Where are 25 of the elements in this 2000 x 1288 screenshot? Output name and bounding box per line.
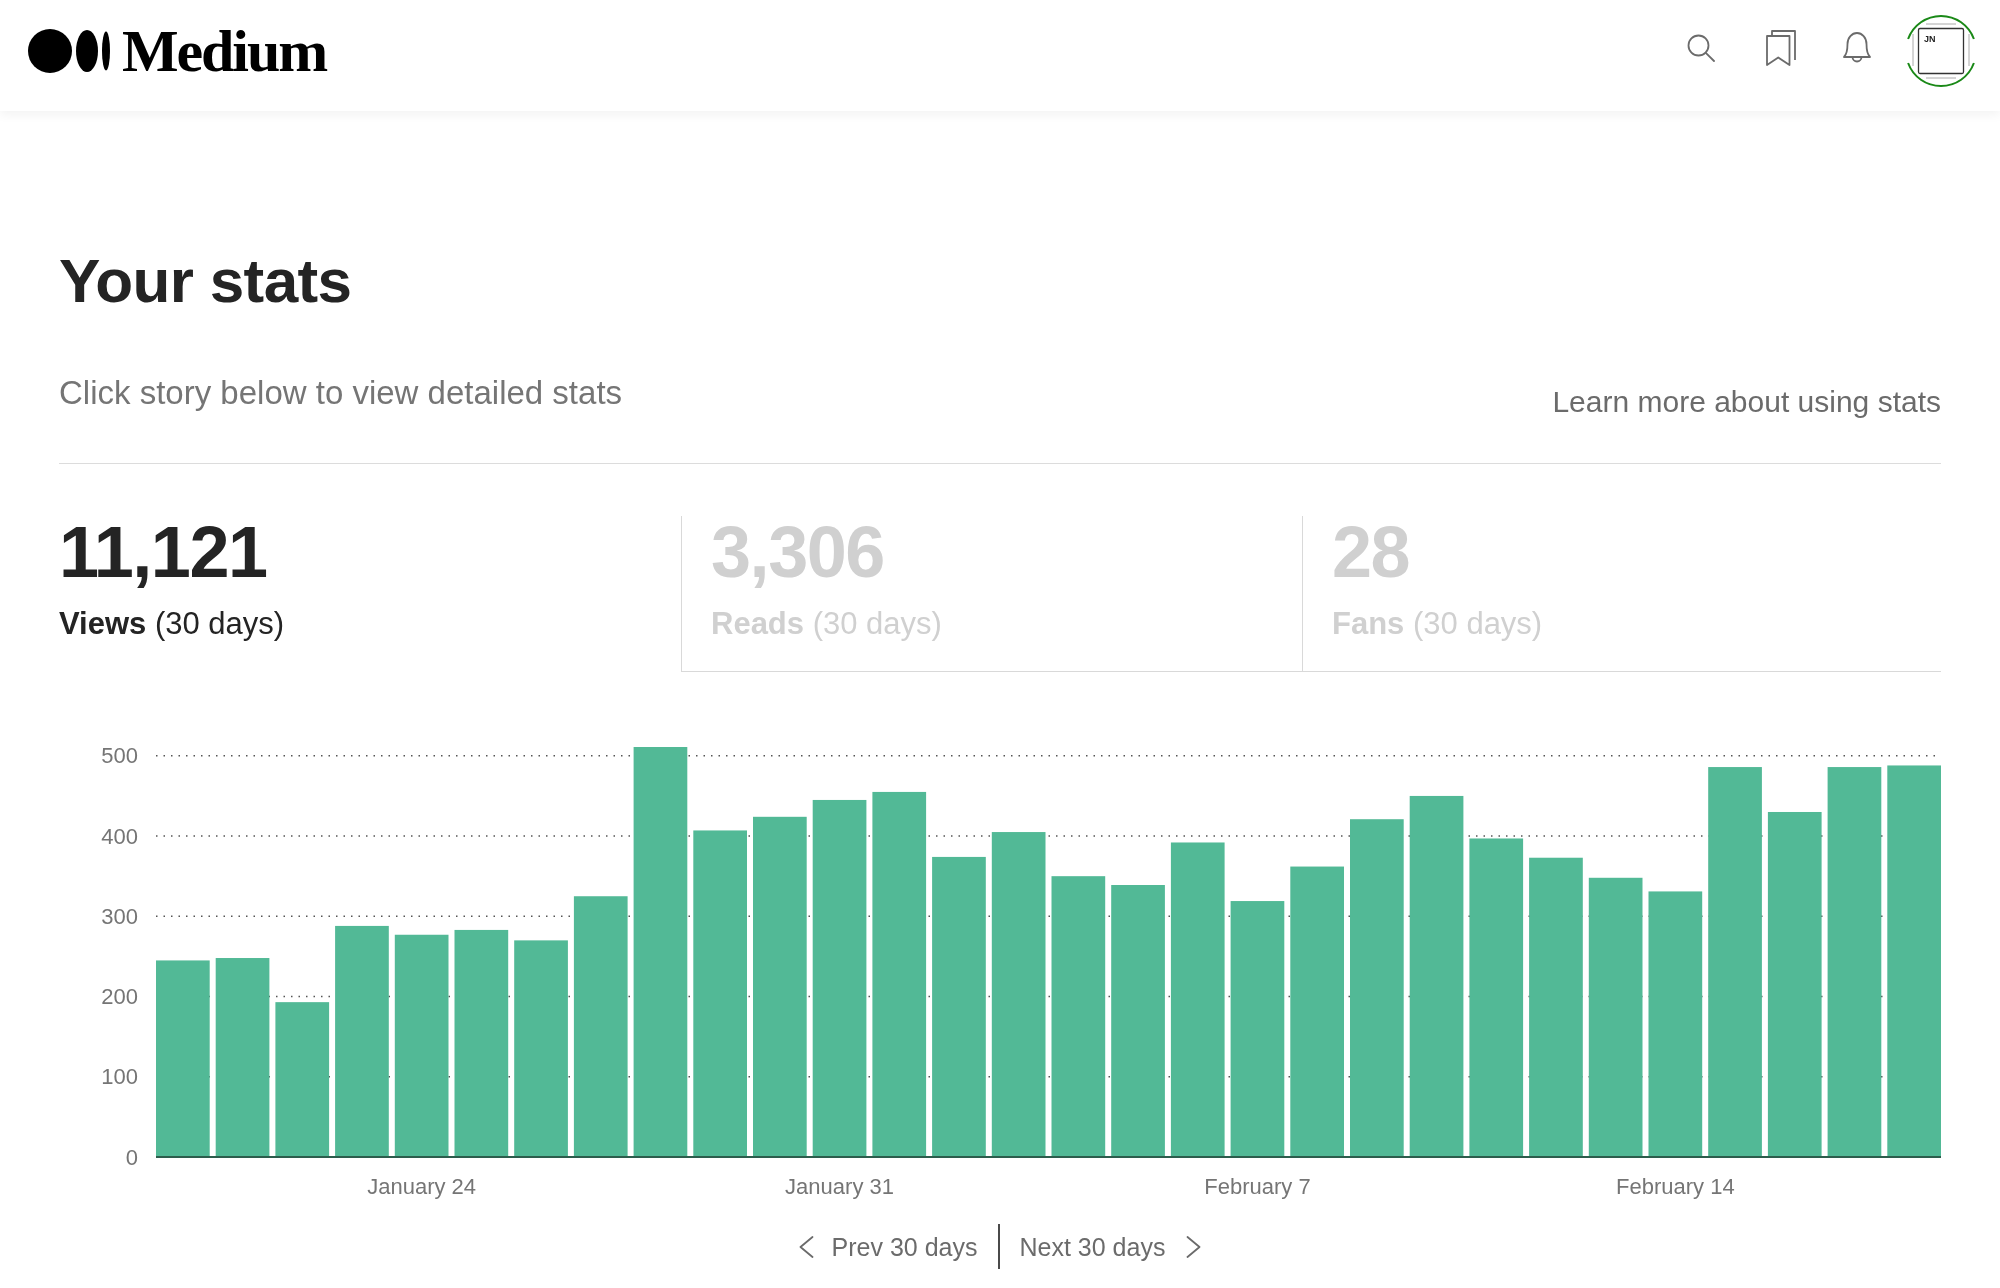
chevron-right-icon bbox=[1186, 1235, 1202, 1258]
y-axis-label: 0 bbox=[125, 1144, 138, 1170]
y-axis-label: 100 bbox=[101, 1064, 138, 1090]
logo-link[interactable]: Medium bbox=[28, 20, 327, 81]
x-axis-label: January 24 bbox=[367, 1173, 477, 1199]
y-axis-label: 500 bbox=[101, 743, 138, 769]
page-subtitle: Click story below to view detailed stats bbox=[59, 374, 623, 413]
chevron-left-icon bbox=[798, 1235, 814, 1258]
search-icon[interactable] bbox=[1687, 33, 1715, 62]
avatar-button[interactable]: JN bbox=[1904, 13, 1978, 88]
bell-icon[interactable] bbox=[1842, 31, 1872, 64]
y-axis-label: 300 bbox=[101, 904, 138, 930]
x-axis-label: January 31 bbox=[785, 1173, 894, 1199]
next-button[interactable]: Next 30 days bbox=[1019, 1231, 1202, 1262]
logo-icon bbox=[28, 28, 110, 73]
x-axis-label: February 7 bbox=[1204, 1173, 1311, 1199]
avatar-icon bbox=[1904, 13, 1978, 88]
help-link[interactable]: Learn more about using stats bbox=[1552, 384, 1941, 421]
y-axis-label: 400 bbox=[101, 823, 138, 849]
x-axis-label: February 14 bbox=[1616, 1173, 1735, 1199]
page-title: Your stats bbox=[59, 245, 352, 317]
y-axis-label: 200 bbox=[101, 984, 138, 1010]
stat-tab[interactable]: 11,121 Views (30 days) bbox=[59, 516, 681, 673]
prev-button[interactable]: Prev 30 days bbox=[798, 1231, 978, 1262]
bookmarks-icon[interactable] bbox=[1766, 29, 1796, 66]
